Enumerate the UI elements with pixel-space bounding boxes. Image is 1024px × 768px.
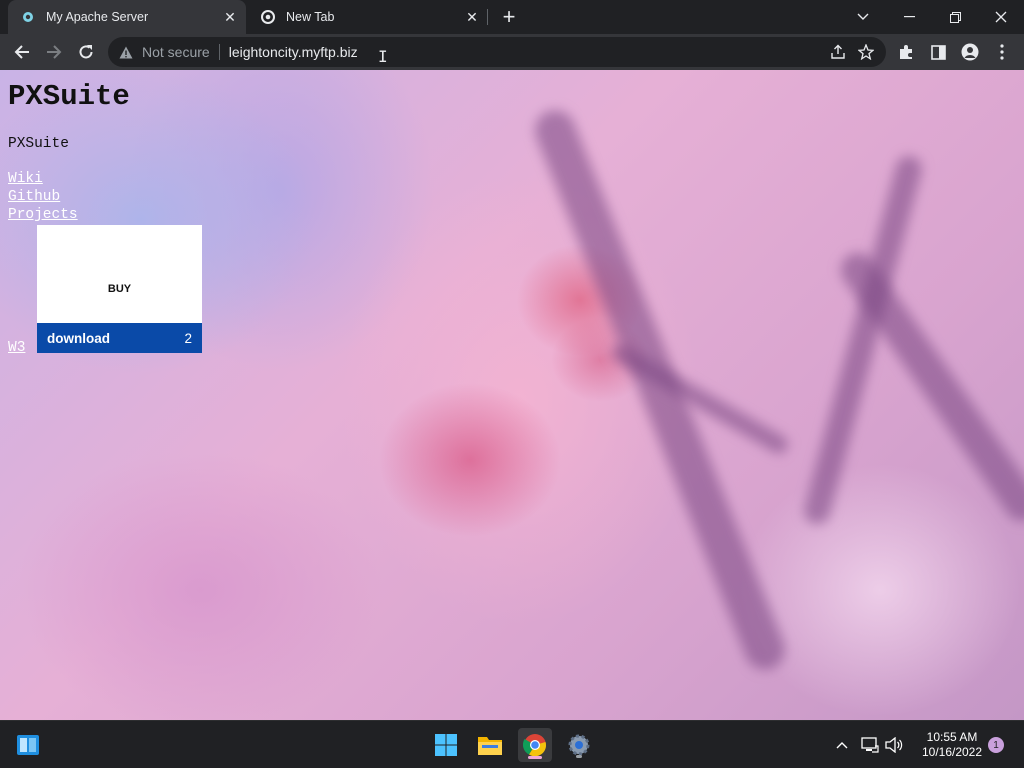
back-button[interactable] <box>8 38 36 66</box>
tab-new-tab[interactable]: New Tab ✕ <box>248 0 488 34</box>
more-vert-icon <box>1000 44 1004 60</box>
tab-title: My Apache Server <box>46 10 149 24</box>
site-subtitle: PXSuite <box>8 136 69 152</box>
close-window-button[interactable] <box>978 0 1024 34</box>
widgets-button[interactable] <box>12 729 44 761</box>
close-tab-icon[interactable]: ✕ <box>462 7 482 27</box>
close-icon <box>995 11 1007 23</box>
close-tab-icon[interactable]: ✕ <box>220 7 240 27</box>
browser-toolbar: Not secure leightoncity.myftp.biz I <box>0 34 1024 70</box>
folder-icon <box>478 737 502 755</box>
address-divider <box>218 44 220 60</box>
tab-title: New Tab <box>286 10 335 24</box>
menu-button[interactable] <box>988 38 1016 66</box>
chrome-icon <box>260 9 276 25</box>
chevron-down-icon <box>857 13 869 20</box>
share-icon <box>831 44 845 59</box>
reload-button[interactable] <box>72 38 100 66</box>
download-label: download <box>47 330 110 346</box>
minimize-button[interactable] <box>886 0 932 34</box>
network-icon <box>861 737 879 753</box>
nav-link-projects[interactable]: Projects <box>8 206 78 224</box>
widgets-icon <box>17 735 39 755</box>
taskbar: 10:55 AM 10/16/2022 1 <box>0 720 1024 768</box>
speaker-icon <box>885 737 903 753</box>
w3-link[interactable]: W3 <box>8 340 25 356</box>
active-app-indicator <box>528 756 542 759</box>
background-branch <box>529 104 791 676</box>
tab-my-apache-server[interactable]: My Apache Server ✕ <box>8 0 246 34</box>
chrome-icon <box>523 734 547 757</box>
download-count: 2 <box>184 330 192 346</box>
chevron-up-icon <box>836 742 848 749</box>
nav-link-wiki[interactable]: Wiki <box>8 170 78 188</box>
new-tab-button[interactable]: + <box>497 4 521 29</box>
side-panel-button[interactable] <box>924 38 952 66</box>
profile-avatar-icon <box>961 43 979 61</box>
start-button[interactable] <box>430 729 462 761</box>
show-hidden-icons-button[interactable] <box>832 735 852 755</box>
nav-links: Wiki Github Projects <box>8 170 78 224</box>
volume-button[interactable] <box>884 735 904 755</box>
clock-time: 10:55 AM <box>926 730 978 744</box>
puzzle-icon <box>900 45 912 59</box>
security-label[interactable]: Not secure <box>142 44 210 60</box>
buy-button[interactable]: BUY <box>37 225 202 323</box>
text-cursor-icon: I <box>378 47 388 66</box>
extensions-button[interactable] <box>892 38 920 66</box>
side-panel-icon <box>930 44 946 60</box>
tab-separator <box>487 9 488 25</box>
nav-link-github[interactable]: Github <box>8 188 78 206</box>
forward-button[interactable] <box>40 38 68 66</box>
buy-widget[interactable]: BUY download 2 <box>37 225 202 353</box>
chrome-taskbar-button[interactable] <box>518 728 552 762</box>
reload-icon <box>79 45 93 59</box>
forward-arrow-icon <box>47 45 62 59</box>
minimize-icon <box>903 16 915 18</box>
restore-button[interactable] <box>932 0 978 34</box>
star-icon <box>858 44 874 60</box>
back-arrow-icon <box>14 45 29 59</box>
notification-badge[interactable]: 1 <box>988 737 1004 753</box>
bookmark-button[interactable] <box>852 38 880 66</box>
file-explorer-button[interactable] <box>474 729 506 761</box>
network-button[interactable] <box>860 735 880 755</box>
settings-taskbar-button[interactable] <box>563 729 595 761</box>
site-title: PXSuite <box>8 80 130 113</box>
tab-strip: My Apache Server ✕ New Tab ✕ + <box>0 0 1024 34</box>
page-viewport: PXSuite PXSuite Wiki Github Projects BUY… <box>0 70 1024 720</box>
restore-icon <box>949 11 961 23</box>
gear-icon <box>568 734 590 756</box>
windows-logo-icon <box>435 734 457 756</box>
running-app-indicator <box>576 755 582 758</box>
clock-date: 10/16/2022 <box>921 745 983 759</box>
download-button[interactable]: download 2 <box>37 323 202 353</box>
share-button[interactable] <box>824 38 852 66</box>
tab-search-button[interactable] <box>840 0 886 34</box>
url-text[interactable]: leightoncity.myftp.biz <box>229 44 358 60</box>
warning-icon[interactable] <box>118 44 134 60</box>
address-bar[interactable]: Not secure leightoncity.myftp.biz <box>108 37 886 67</box>
site-favicon-icon <box>20 9 36 25</box>
taskbar-clock[interactable]: 10:55 AM 10/16/2022 <box>912 730 992 760</box>
buy-label: BUY <box>107 283 132 295</box>
profile-button[interactable] <box>956 38 984 66</box>
